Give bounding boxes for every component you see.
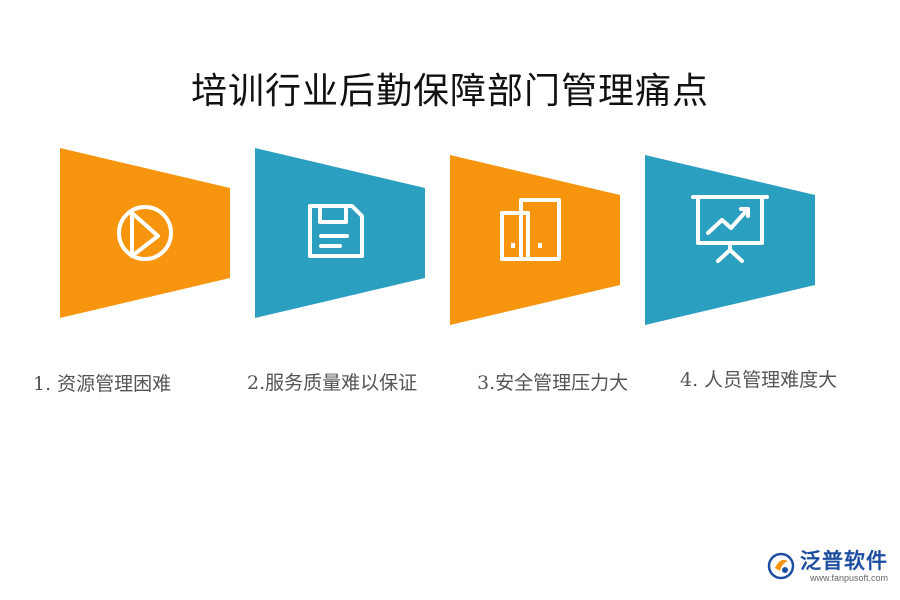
pain-point-label-3: 3.安全管理压力大 <box>477 372 629 394</box>
watermark-url: www.fanpusoft.com <box>809 573 888 583</box>
pain-points-diagram <box>60 148 815 325</box>
pain-point-label-4: 4. 人员管理难度大 <box>680 369 838 391</box>
watermark-brand: 泛普软件 <box>800 549 888 573</box>
pain-point-shape-3 <box>450 155 620 325</box>
watermark: 泛普软件 www.fanpusoft.com <box>766 546 888 586</box>
fanpu-logo-icon <box>767 552 795 580</box>
pain-point-shape-2 <box>255 148 425 318</box>
pain-point-label-1: 1. 资源管理困难 <box>33 373 172 395</box>
pain-point-shape-1 <box>60 148 230 318</box>
pain-point-shape-4 <box>645 155 815 325</box>
pain-point-label-2: 2.服务质量难以保证 <box>247 372 418 394</box>
